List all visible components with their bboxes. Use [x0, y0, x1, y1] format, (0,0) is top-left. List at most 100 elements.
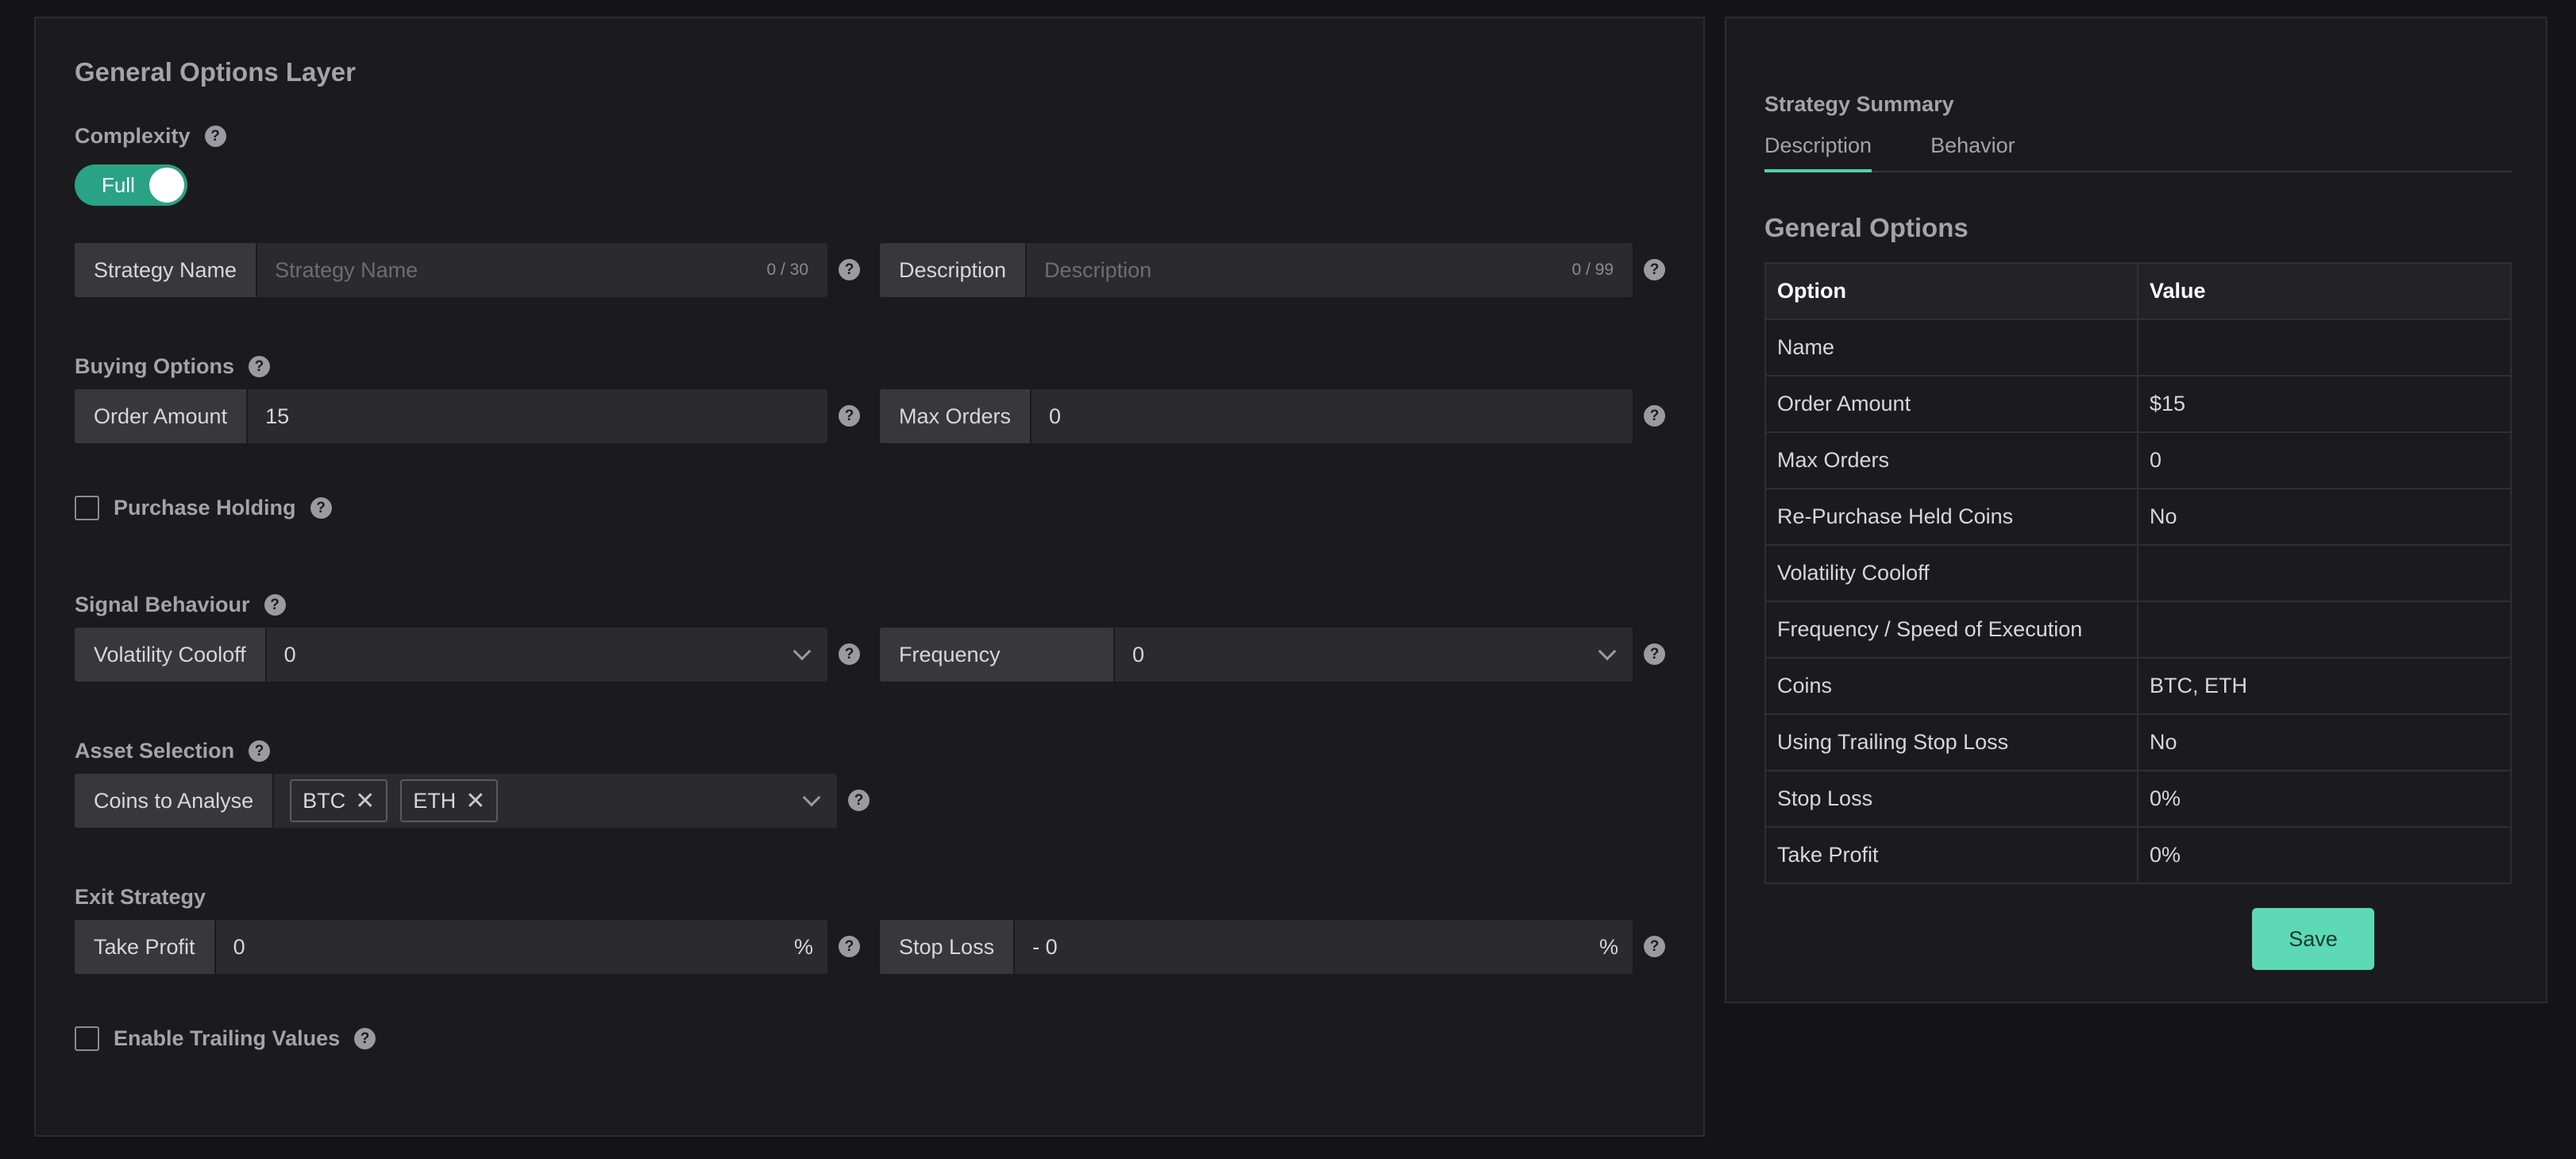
buying-options-header: Buying Options ? — [75, 354, 270, 379]
help-icon[interactable]: ? — [1644, 643, 1665, 665]
close-icon[interactable]: ✕ — [355, 787, 375, 815]
help-icon[interactable]: ? — [248, 356, 270, 377]
order-amount-input[interactable]: 15 — [248, 389, 827, 443]
option-cell: Order Amount — [1764, 375, 2138, 433]
strategy-name-counter: 0 / 30 — [766, 261, 808, 279]
description-placeholder: Description — [1044, 257, 1152, 282]
help-icon[interactable]: ? — [264, 594, 286, 616]
value-cell: No — [2137, 488, 2512, 546]
buying-options-title: Buying Options — [75, 354, 234, 378]
option-cell: Re-Purchase Held Coins — [1764, 488, 2138, 546]
table-row: Using Trailing Stop Loss No — [1764, 713, 2512, 771]
column-header: Value — [2137, 262, 2512, 320]
exit-strategy-title: Exit Strategy — [75, 885, 206, 909]
value-cell — [2137, 601, 2512, 659]
max-orders-value: 0 — [1049, 404, 1062, 428]
strategy-name-group: Strategy Name Strategy Name 0 / 30 — [75, 243, 827, 297]
summary-title: Strategy Summary — [1764, 92, 1954, 116]
option-cell: Using Trailing Stop Loss — [1764, 713, 2138, 771]
coin-tag-label: ETH — [413, 788, 457, 813]
table-row: Max Orders 0 — [1764, 431, 2512, 489]
option-cell: Coins — [1764, 657, 2138, 715]
frequency-group: Frequency 0 — [880, 628, 1633, 682]
value-cell: 0 — [2137, 431, 2512, 489]
option-cell: Frequency / Speed of Execution — [1764, 601, 2138, 659]
description-label: Description — [880, 243, 1028, 297]
purchase-holding-checkbox[interactable] — [75, 496, 99, 520]
help-icon[interactable]: ? — [1644, 936, 1665, 957]
take-profit-label: Take Profit — [75, 920, 216, 974]
coin-tag-label: BTC — [303, 788, 346, 813]
coins-group: Coins to Analyse BTC ✕ ETH ✕ — [75, 774, 837, 828]
value-cell: No — [2137, 713, 2512, 771]
complexity-toggle[interactable]: Full — [75, 164, 187, 206]
asset-selection-header: Asset Selection ? — [75, 739, 271, 763]
max-orders-label: Max Orders — [880, 389, 1032, 443]
table-row: Frequency / Speed of Execution — [1764, 601, 2512, 659]
stop-loss-group: Stop Loss - 0 % — [880, 920, 1633, 974]
description-input[interactable]: Description 0 / 99 — [1027, 243, 1633, 297]
help-icon[interactable]: ? — [839, 936, 860, 957]
help-icon[interactable]: ? — [839, 259, 860, 280]
take-profit-input[interactable]: 0 % — [216, 920, 827, 974]
summary-tabs: Description Behavior — [1764, 133, 2512, 172]
value-cell: 0% — [2137, 770, 2512, 828]
tab-behavior[interactable]: Behavior — [1930, 133, 2015, 172]
help-icon[interactable]: ? — [354, 1028, 376, 1049]
value-cell: $15 — [2137, 375, 2512, 433]
help-icon[interactable]: ? — [839, 405, 860, 427]
description-group: Description Description 0 / 99 — [880, 243, 1633, 297]
help-icon[interactable]: ? — [1644, 405, 1665, 427]
purchase-holding-row: Purchase Holding ? — [75, 496, 332, 520]
value-cell: BTC, ETH — [2137, 657, 2512, 715]
table-row: Take Profit 0% — [1764, 826, 2512, 884]
value-cell — [2137, 319, 2512, 377]
help-icon[interactable]: ? — [249, 740, 271, 762]
table-row: Volatility Cooloff — [1764, 544, 2512, 602]
option-cell: Max Orders — [1764, 431, 2138, 489]
order-amount-label: Order Amount — [75, 389, 249, 443]
toggle-knob — [149, 168, 184, 203]
table-row: Stop Loss 0% — [1764, 770, 2512, 828]
strategy-name-input[interactable]: Strategy Name 0 / 30 — [257, 243, 827, 297]
chevron-down-icon — [1598, 642, 1617, 661]
tab-description[interactable]: Description — [1764, 133, 1872, 172]
trailing-values-label[interactable]: Enable Trailing Values — [114, 1026, 340, 1051]
coins-label: Coins to Analyse — [75, 774, 275, 828]
volatility-cooloff-label: Volatility Cooloff — [75, 628, 267, 682]
volatility-cooloff-select[interactable]: 0 — [267, 628, 827, 682]
close-icon[interactable]: ✕ — [465, 787, 485, 815]
description-counter: 0 / 99 — [1571, 261, 1614, 279]
option-cell: Take Profit — [1764, 826, 2138, 884]
frequency-value: 0 — [1132, 642, 1145, 666]
table-row: Coins BTC, ETH — [1764, 657, 2512, 715]
trailing-values-checkbox[interactable] — [75, 1026, 99, 1051]
volatility-cooloff-group: Volatility Cooloff 0 — [75, 628, 827, 682]
help-icon[interactable]: ? — [310, 497, 332, 519]
max-orders-group: Max Orders 0 — [880, 389, 1633, 443]
save-button[interactable]: Save — [2252, 908, 2374, 970]
max-orders-input[interactable]: 0 — [1032, 389, 1633, 443]
tab-divider — [1764, 171, 2512, 172]
coins-multiselect[interactable]: BTC ✕ ETH ✕ — [274, 774, 837, 828]
value-cell — [2137, 544, 2512, 602]
frequency-label: Frequency — [880, 628, 1115, 682]
complexity-label: Complexity — [75, 124, 191, 148]
volatility-cooloff-value: 0 — [283, 642, 296, 666]
purchase-holding-label[interactable]: Purchase Holding — [114, 496, 296, 520]
complexity-toggle-label: Full — [102, 172, 135, 197]
help-icon[interactable]: ? — [204, 126, 226, 147]
stop-loss-input[interactable]: - 0 % — [1015, 920, 1633, 974]
help-icon[interactable]: ? — [839, 643, 860, 665]
strategy-name-placeholder: Strategy Name — [275, 257, 418, 282]
panel-title: General Options Layer — [75, 57, 356, 87]
frequency-select[interactable]: 0 — [1115, 628, 1633, 682]
signal-behaviour-header: Signal Behaviour ? — [75, 593, 286, 617]
help-icon[interactable]: ? — [848, 790, 870, 811]
table-row: Name — [1764, 319, 2512, 377]
table-header-row: Option Value — [1764, 262, 2512, 320]
option-cell: Volatility Cooloff — [1764, 544, 2138, 602]
help-icon[interactable]: ? — [1644, 259, 1665, 280]
table-row: Order Amount $15 — [1764, 375, 2512, 433]
coin-tag: ETH ✕ — [400, 779, 499, 822]
